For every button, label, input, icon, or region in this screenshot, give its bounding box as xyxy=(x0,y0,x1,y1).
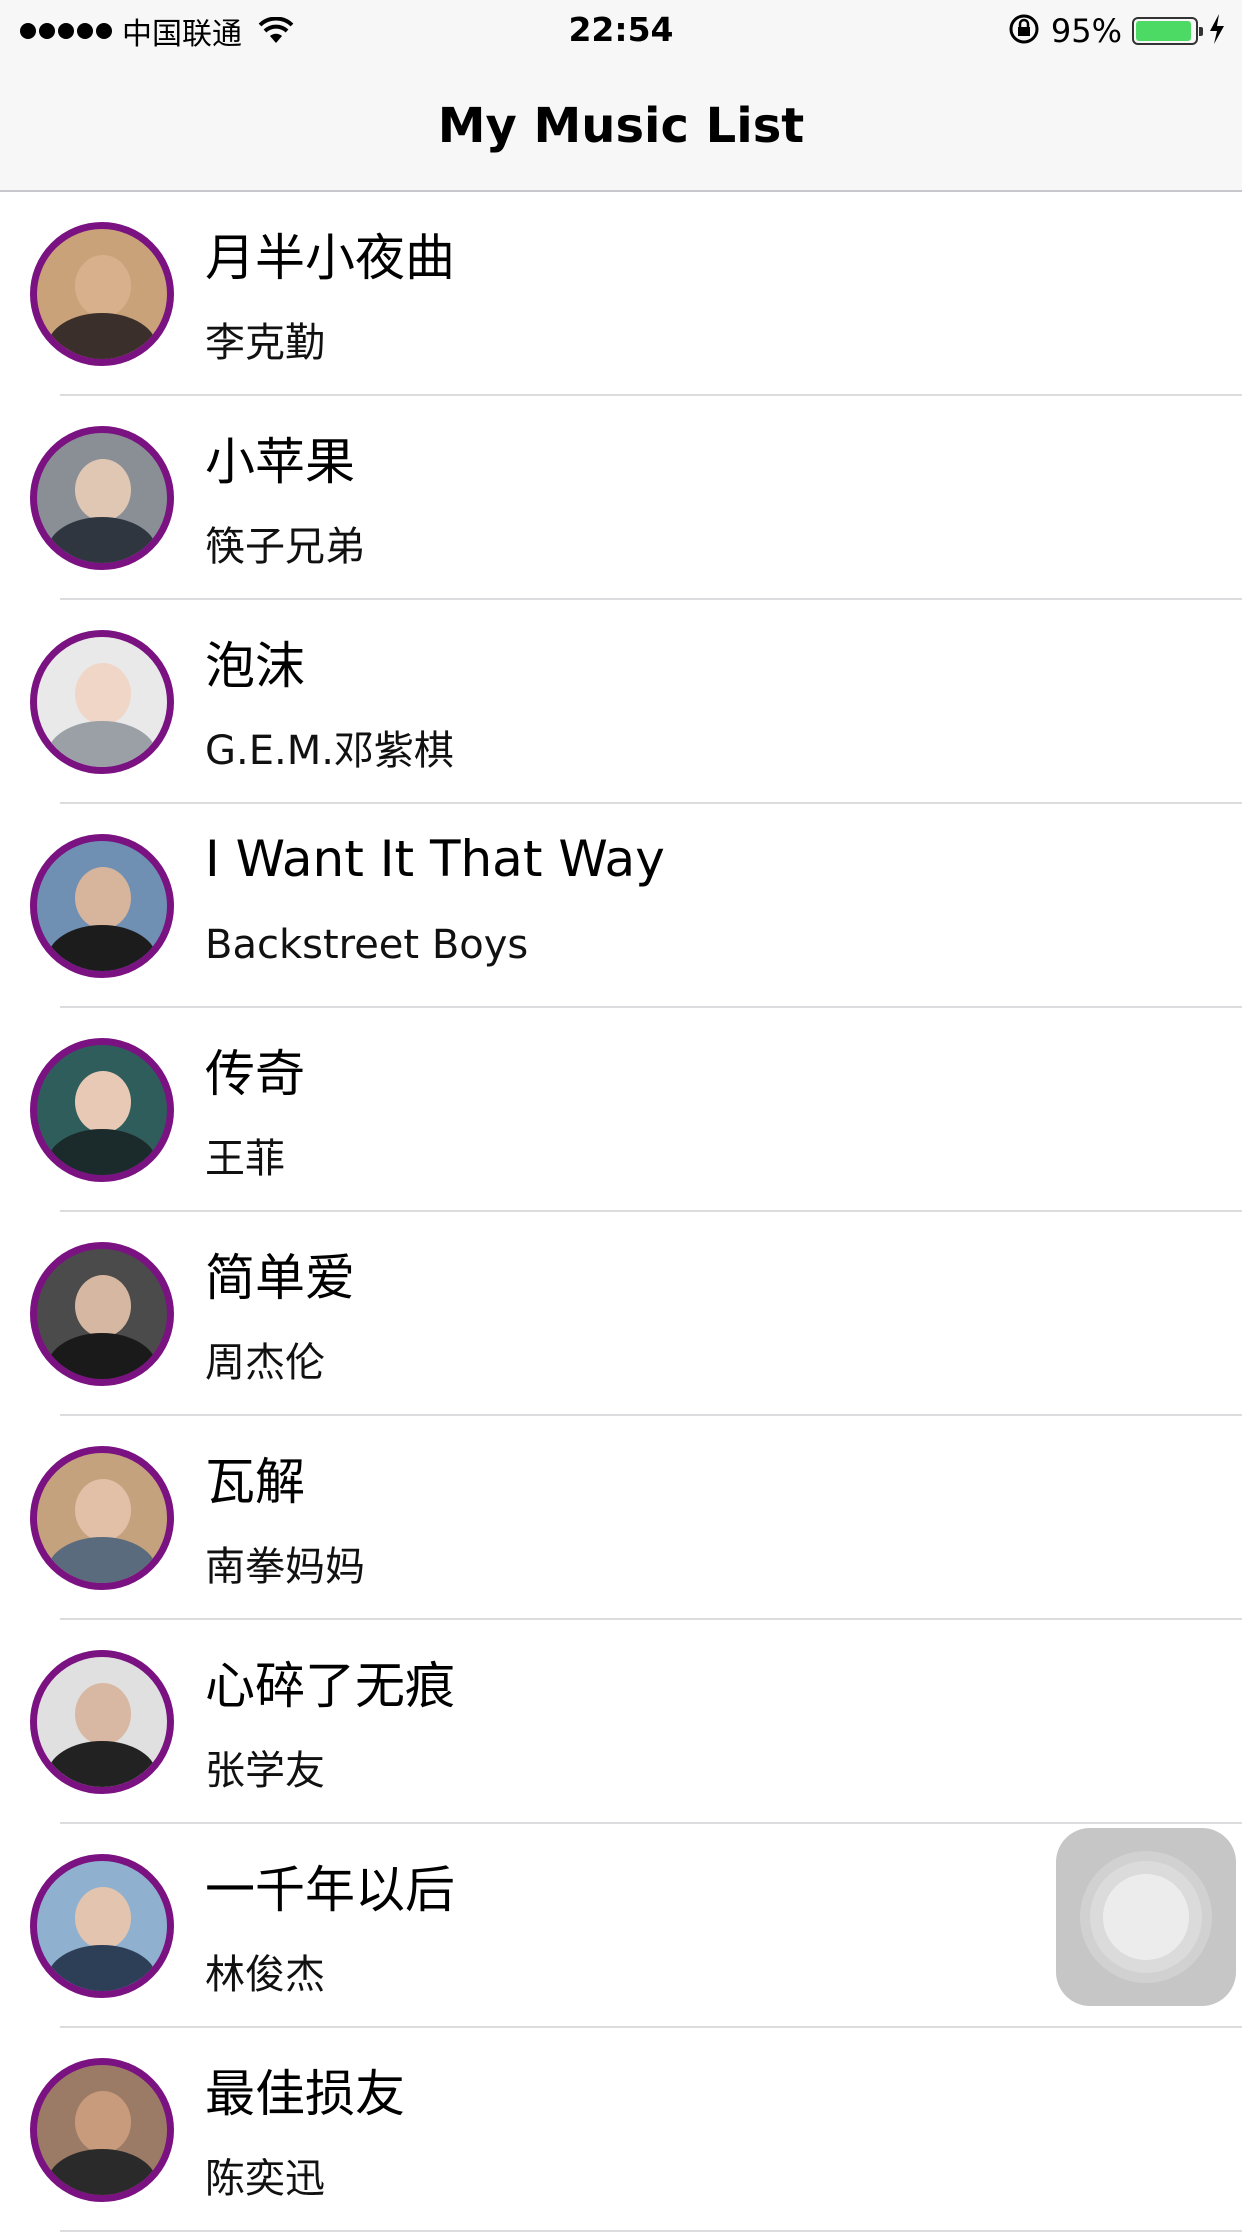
artist-avatar xyxy=(30,630,174,774)
song-row[interactable]: 简单爱 周杰伦 xyxy=(0,1212,1242,1416)
song-title: I Want It That Way xyxy=(205,830,665,888)
avatar-face xyxy=(75,867,131,929)
song-row[interactable]: 心碎了无痕 张学友 xyxy=(0,1620,1242,1824)
artist-avatar xyxy=(30,834,174,978)
song-row[interactable]: 泡沫 G.E.M.邓紫棋 xyxy=(0,600,1242,804)
song-title: 简单爱 xyxy=(205,1249,355,1307)
song-row[interactable]: I Want It That Way Backstreet Boys xyxy=(0,804,1242,1008)
avatar-body xyxy=(47,721,157,767)
avatar-face xyxy=(75,255,131,317)
artist-avatar xyxy=(30,1242,174,1386)
avatar-face xyxy=(75,1887,131,1949)
assistive-touch-icon[interactable] xyxy=(1056,1828,1236,2006)
status-bar: 中国联通 22:54 95% xyxy=(0,0,1242,62)
artist-avatar xyxy=(30,426,174,570)
page-title: My Music List xyxy=(437,98,805,154)
song-artist: Backstreet Boys xyxy=(205,922,529,968)
song-artist: 李克勤 xyxy=(205,320,325,366)
song-title: 心碎了无痕 xyxy=(205,1657,455,1715)
artist-avatar xyxy=(30,1650,174,1794)
song-title: 泡沫 xyxy=(205,637,305,695)
artist-avatar xyxy=(30,1446,174,1590)
charging-bolt-icon xyxy=(1208,13,1226,49)
song-artist: 张学友 xyxy=(205,1748,325,1794)
battery-percent: 95% xyxy=(1050,12,1122,50)
avatar-body xyxy=(47,1333,157,1379)
song-artist: G.E.M.邓紫棋 xyxy=(205,728,454,774)
avatar-body xyxy=(47,517,157,563)
song-row[interactable]: 小苹果 筷子兄弟 xyxy=(0,396,1242,600)
song-title: 最佳损友 xyxy=(205,2065,405,2123)
song-row[interactable]: 月半小夜曲 李克勤 xyxy=(0,192,1242,396)
song-row[interactable]: 瓦解 南拳妈妈 xyxy=(0,1416,1242,1620)
song-artist: 陈奕迅 xyxy=(205,2156,325,2202)
avatar-body xyxy=(47,1129,157,1175)
status-bar-right: 95% xyxy=(1007,12,1226,50)
song-title: 传奇 xyxy=(205,1045,305,1103)
avatar-face xyxy=(75,1479,131,1541)
avatar-body xyxy=(47,1945,157,1991)
battery-icon xyxy=(1132,17,1203,45)
avatar-body xyxy=(47,2149,157,2195)
song-row[interactable]: 最佳损友 陈奕迅 xyxy=(0,2028,1242,2232)
song-artist: 周杰伦 xyxy=(205,1340,325,1386)
song-artist: 王菲 xyxy=(205,1136,285,1182)
avatar-face xyxy=(75,459,131,521)
orientation-lock-icon xyxy=(1007,12,1041,50)
song-artist: 南拳妈妈 xyxy=(205,1544,365,1590)
song-title: 一千年以后 xyxy=(205,1861,455,1919)
artist-avatar xyxy=(30,1854,174,1998)
avatar-face xyxy=(75,2091,131,2153)
song-row[interactable]: 传奇 王菲 xyxy=(0,1008,1242,1212)
artist-avatar xyxy=(30,222,174,366)
avatar-body xyxy=(47,925,157,971)
artist-avatar xyxy=(30,1038,174,1182)
artist-avatar xyxy=(30,2058,174,2202)
avatar-face xyxy=(75,1275,131,1337)
avatar-body xyxy=(47,1741,157,1787)
avatar-face xyxy=(75,663,131,725)
song-artist: 筷子兄弟 xyxy=(205,524,365,570)
avatar-body xyxy=(47,1537,157,1583)
avatar-face xyxy=(75,1683,131,1745)
navigation-bar: My Music List xyxy=(0,62,1242,192)
song-title: 月半小夜曲 xyxy=(205,229,455,287)
avatar-body xyxy=(47,313,157,359)
avatar-face xyxy=(75,1071,131,1133)
song-title: 瓦解 xyxy=(205,1453,305,1511)
song-title: 小苹果 xyxy=(205,433,355,491)
song-artist: 林俊杰 xyxy=(205,1952,325,1998)
